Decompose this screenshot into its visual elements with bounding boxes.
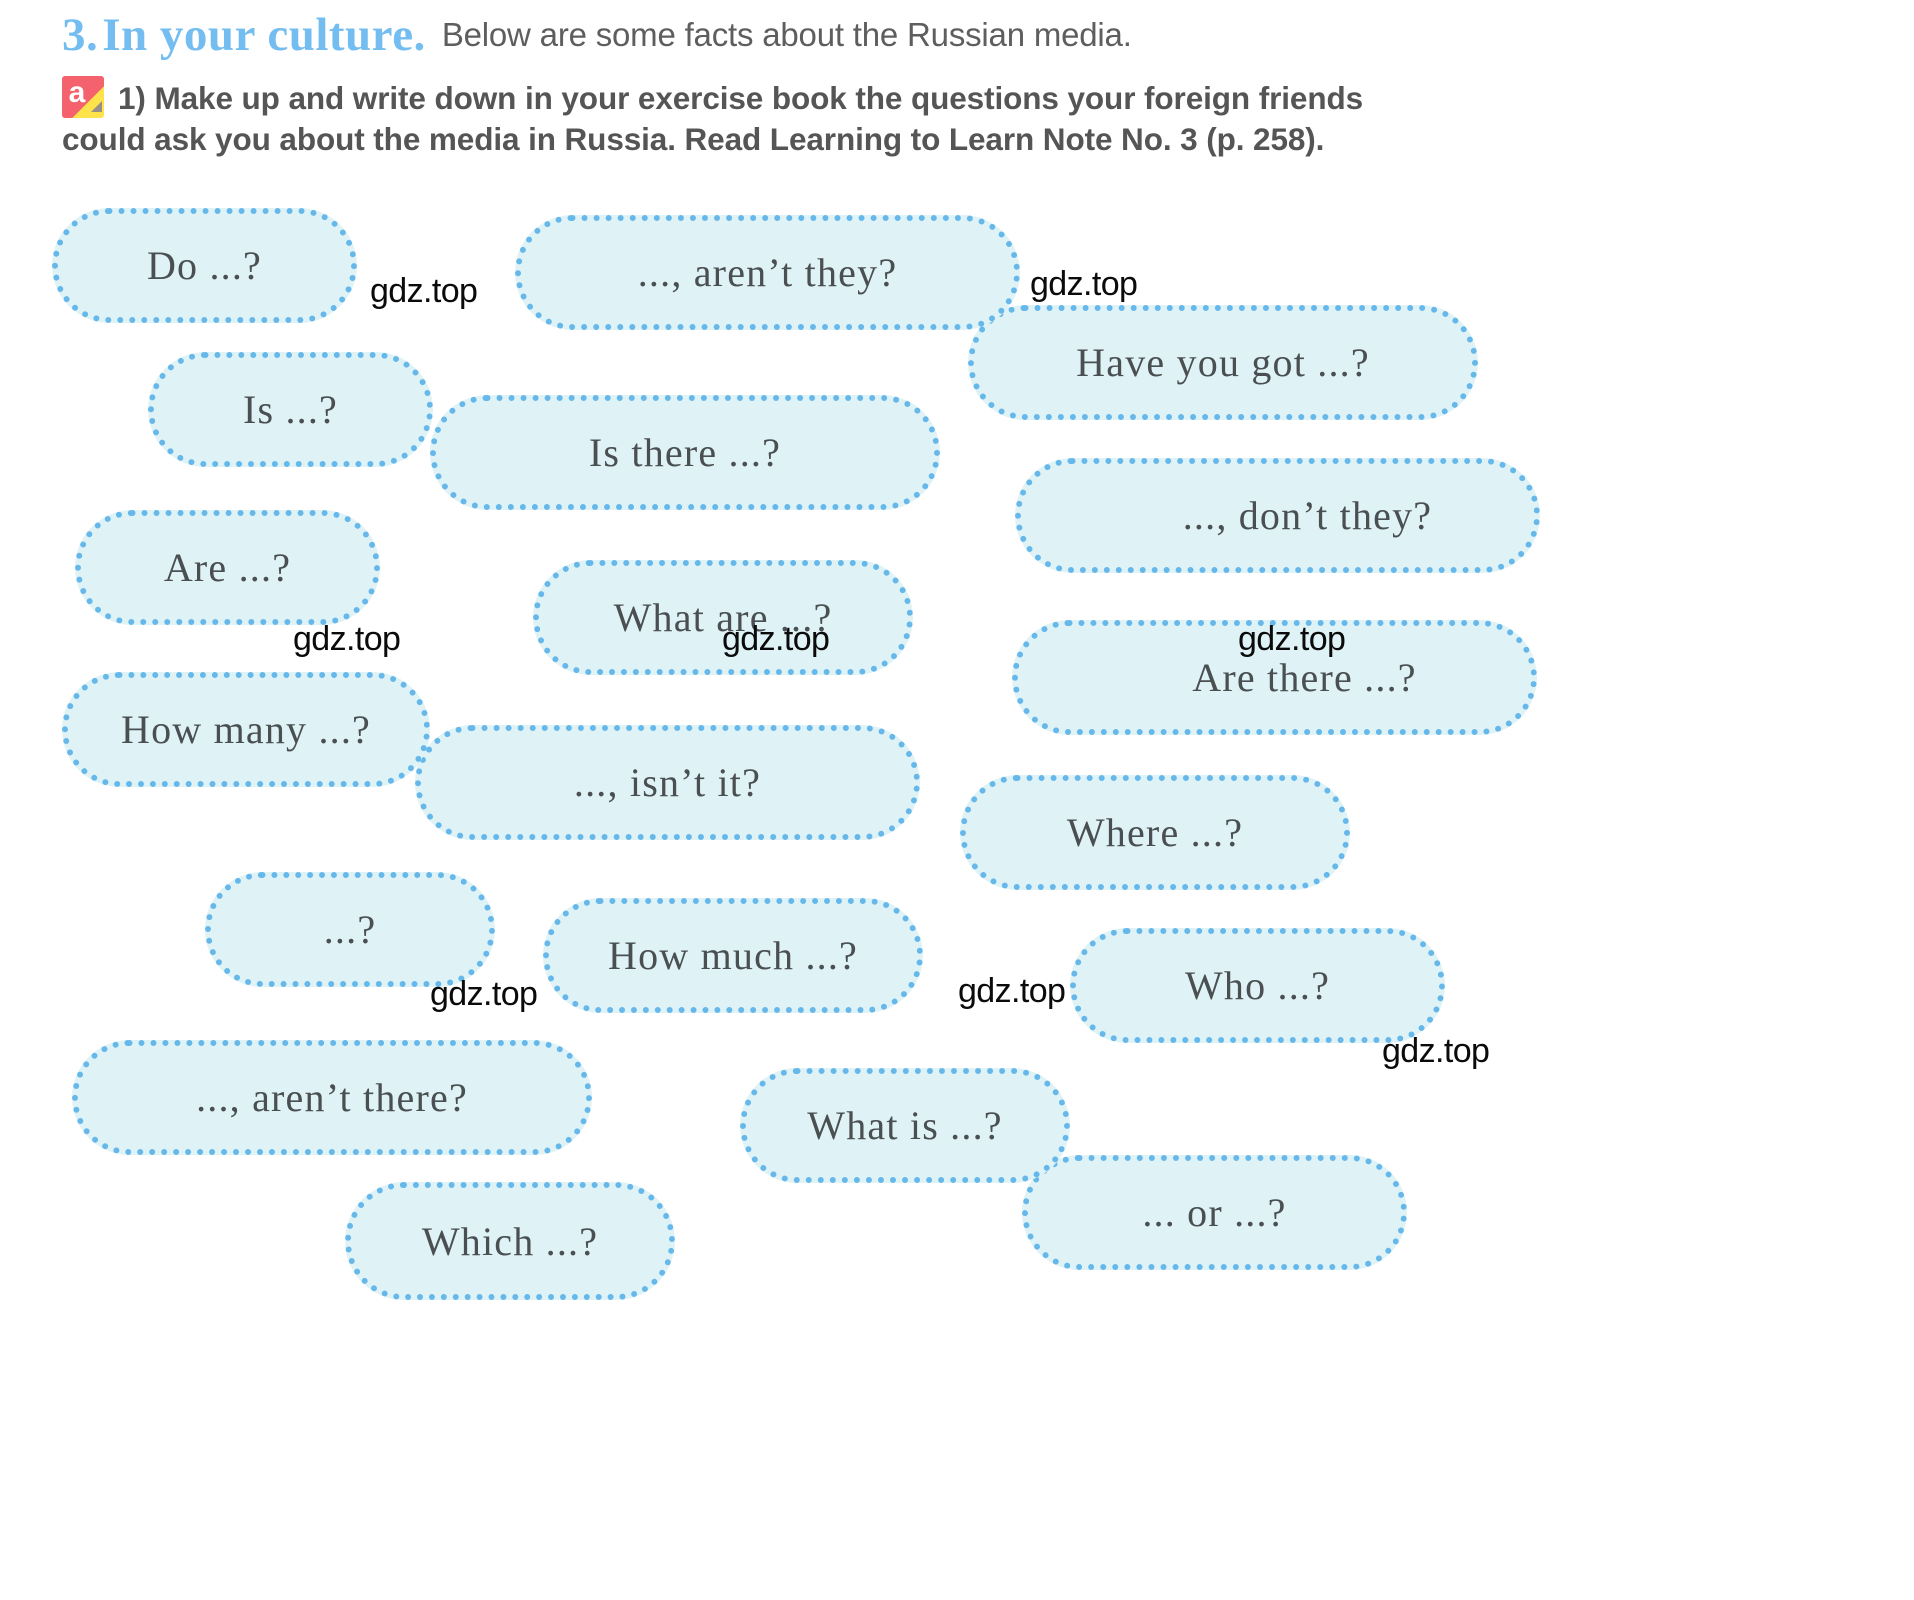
watermark: gdz.top bbox=[1030, 265, 1138, 303]
bubble-dont-they[interactable]: ..., don’t they? bbox=[1015, 458, 1540, 573]
bubble-who[interactable]: Who ...? bbox=[1070, 928, 1445, 1043]
bubble-is[interactable]: Is ...? bbox=[148, 352, 433, 467]
bubble-label: How many ...? bbox=[121, 707, 371, 752]
bubble-is-there[interactable]: Is there ...? bbox=[430, 395, 940, 510]
bubble-how-many[interactable]: How many ...? bbox=[62, 672, 430, 787]
watermark: gdz.top bbox=[293, 620, 401, 658]
bubble-ellipsis[interactable]: ...? bbox=[205, 872, 495, 987]
bubble-which[interactable]: Which ...? bbox=[345, 1182, 675, 1300]
bubble-arent-there[interactable]: ..., aren’t there? bbox=[72, 1040, 592, 1155]
bubble-have-you-got[interactable]: Have you got ...? bbox=[968, 305, 1478, 420]
bubble-arent-they[interactable]: ..., aren’t they? bbox=[515, 215, 1020, 330]
bubble-label: Do ...? bbox=[146, 243, 263, 288]
bubble-do[interactable]: Do ...? bbox=[52, 208, 357, 323]
bubble-label: ...? bbox=[323, 907, 377, 952]
bubble-label: Are ...? bbox=[163, 545, 292, 590]
bubble-label: Is there ...? bbox=[588, 430, 782, 475]
watermark: gdz.top bbox=[1238, 620, 1346, 658]
bubble-are[interactable]: Are ...? bbox=[75, 510, 380, 625]
bubble-what-is[interactable]: What is ...? bbox=[740, 1068, 1070, 1183]
watermark: gdz.top bbox=[722, 620, 830, 658]
bubble-or[interactable]: ... or ...? bbox=[1022, 1155, 1407, 1270]
bubble-isnt-it[interactable]: ..., isn’t it? bbox=[415, 725, 920, 840]
watermark: gdz.top bbox=[370, 272, 478, 310]
bubble-label: How much ...? bbox=[608, 933, 858, 978]
bubble-how-much[interactable]: How much ...? bbox=[543, 898, 923, 1013]
bubble-label: Have you got ...? bbox=[1076, 340, 1370, 385]
bubble-label: Who ...? bbox=[1184, 963, 1331, 1008]
bubble-label: ..., aren’t there? bbox=[196, 1075, 468, 1120]
bubble-label: Where ...? bbox=[1066, 810, 1244, 855]
watermark: gdz.top bbox=[958, 972, 1066, 1010]
bubble-label: ..., don’t they? bbox=[1182, 493, 1433, 538]
watermark: gdz.top bbox=[430, 975, 538, 1013]
bubble-label: Are there ...? bbox=[1192, 655, 1417, 700]
question-starter-bubbles: Do ...? ..., aren’t they? Have you got .… bbox=[0, 0, 1914, 1600]
bubble-label: Which ...? bbox=[421, 1218, 599, 1264]
bubble-where[interactable]: Where ...? bbox=[960, 775, 1350, 890]
watermark: gdz.top bbox=[1382, 1032, 1490, 1070]
bubble-label: What is ...? bbox=[807, 1103, 1003, 1148]
bubble-label: ..., isn’t it? bbox=[573, 760, 762, 805]
bubble-label: ..., aren’t they? bbox=[637, 250, 898, 295]
bubble-label: Is ...? bbox=[242, 387, 339, 432]
bubble-label: ... or ...? bbox=[1142, 1190, 1287, 1235]
